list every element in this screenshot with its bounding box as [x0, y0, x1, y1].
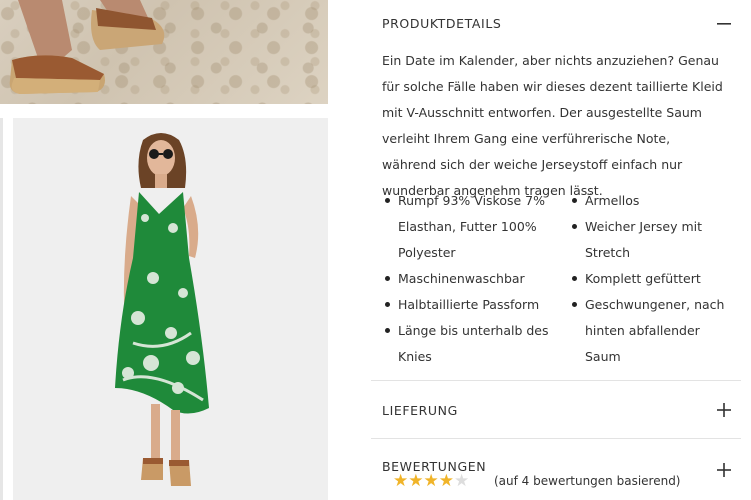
- feature-item: Geschwungener, nach hinten abfallender S…: [569, 292, 734, 370]
- star-filled-icon: ★: [438, 471, 454, 491]
- feature-item: Maschinenwaschbar: [382, 266, 552, 292]
- adjacent-image-edge: [0, 118, 3, 500]
- feature-item: Rumpf 93% Viskose 7% Elasthan, Futter 10…: [382, 188, 552, 266]
- rating-stars: ★★★★★: [393, 473, 469, 490]
- feature-item: Ärmellos: [569, 188, 734, 214]
- feature-item: Länge bis unterhalb des Knies: [382, 318, 552, 370]
- star-filled-icon: ★: [423, 471, 439, 491]
- collapse-minus-icon[interactable]: [715, 15, 733, 33]
- section-title-product-details[interactable]: PRODUKTDETAILS: [382, 16, 501, 31]
- star-filled-icon: ★: [408, 471, 424, 491]
- feature-list-left: Rumpf 93% Viskose 7% Elasthan, Futter 10…: [382, 188, 552, 370]
- feature-item: Komplett gefüttert: [569, 266, 734, 292]
- sandals-illustration: [9, 0, 165, 94]
- section-title-delivery[interactable]: LIEFERUNG: [382, 403, 458, 418]
- expand-plus-icon[interactable]: [715, 461, 733, 479]
- section-divider: [371, 380, 741, 381]
- feature-item: Halbtaillierte Passform: [382, 292, 552, 318]
- model-dress-illustration: [115, 133, 209, 486]
- star-filled-icon: ★: [393, 471, 409, 491]
- star-empty-icon: ★: [454, 471, 470, 491]
- feature-item: Weicher Jersey mit Stretch: [569, 214, 734, 266]
- product-image-model[interactable]: [13, 118, 328, 500]
- section-divider: [371, 438, 741, 439]
- feature-list-right: Ärmellos Weicher Jersey mit Stretch Komp…: [569, 188, 734, 370]
- product-image-sandals[interactable]: [0, 0, 328, 104]
- review-count-text: (auf 4 bewertungen basierend): [494, 474, 681, 488]
- expand-plus-icon[interactable]: [715, 401, 733, 419]
- product-description: Ein Date im Kalender, aber nichts anzuzi…: [382, 53, 723, 198]
